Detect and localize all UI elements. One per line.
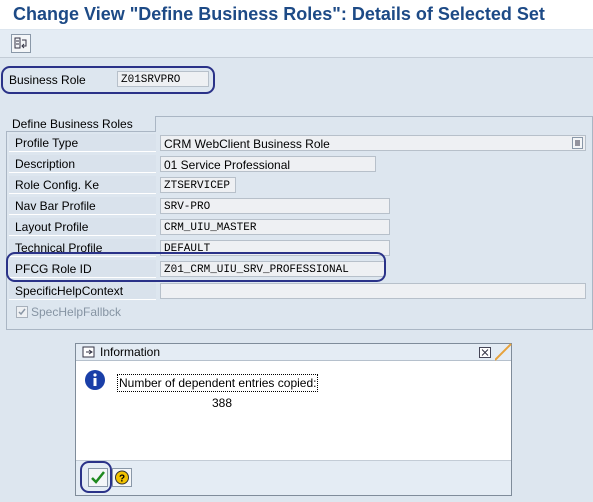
description-label: Description [9,155,156,173]
pfcg-role-id-highlight [6,252,386,282]
application-toolbar [0,30,593,58]
dialog-message: Number of dependent entries copied: [117,374,319,392]
nav-bar-profile-field[interactable]: SRV-PRO [160,198,390,214]
profile-type-value: CRM WebClient Business Role [164,137,330,151]
nav-bar-profile-label: Nav Bar Profile [9,197,156,215]
layout-profile-field[interactable]: CRM_UIU_MASTER [160,219,390,235]
checkmark-small-icon [18,308,26,316]
group-title: Define Business Roles [6,116,156,132]
other-objects-icon [14,37,27,49]
dependent-entries-count: 388 [212,396,233,410]
svg-text:?: ? [119,474,125,485]
role-config-key-field[interactable]: ZTSERVICEP [160,177,236,193]
other-objects-button[interactable] [11,34,31,53]
page-title: Change View "Define Business Roles": Det… [0,0,593,29]
business-role-highlight [1,66,215,94]
specific-help-context-field[interactable] [160,283,586,299]
spec-help-fallback-checkbox[interactable] [16,306,28,318]
description-field[interactable]: 01 Service Professional [160,156,376,172]
spec-help-fallback-label: SpecHelpFallbck [31,305,122,319]
help-icon: ? [115,470,129,485]
specific-help-context-label: SpecificHelpContext [9,282,156,300]
profile-type-label: Profile Type [9,134,156,152]
dialog-footer [76,460,511,495]
role-config-key-label: Role Config. Ke [9,176,156,194]
dialog-title: Information [76,344,511,361]
close-button[interactable] [479,347,491,358]
dialog-corner-decoration [495,343,512,361]
dropdown-icon[interactable] [572,137,583,149]
info-icon [85,370,105,390]
layout-profile-label: Layout Profile [9,218,156,236]
close-icon [481,349,489,356]
help-button[interactable]: ? [112,468,132,487]
profile-type-dropdown[interactable]: CRM WebClient Business Role [160,135,586,151]
continue-button-highlight [80,461,112,493]
dialog-window-icon [82,346,95,358]
